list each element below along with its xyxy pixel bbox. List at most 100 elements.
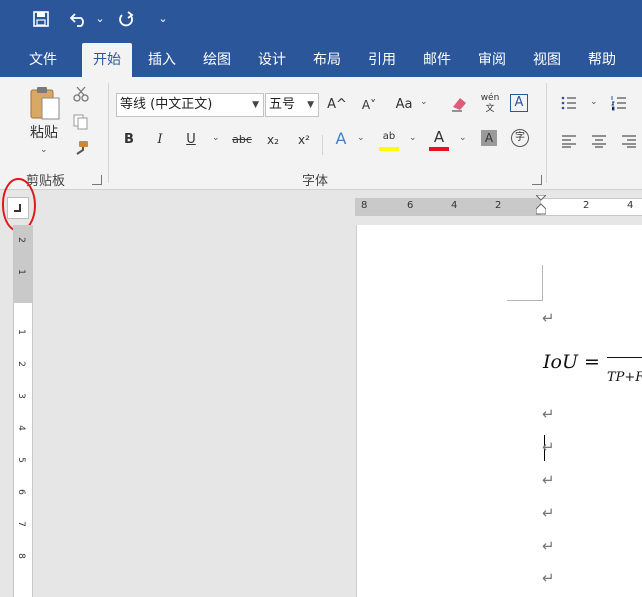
font-name-value: 等线 (中文正文) (120, 97, 213, 112)
paragraph-mark: ↵ (542, 309, 555, 327)
font-color-caret[interactable]: ⌄ (459, 133, 467, 143)
copy-icon[interactable] (72, 113, 90, 131)
bullets-icon[interactable] (561, 95, 577, 111)
paragraph-mark: ↵ (542, 569, 555, 587)
ruler-tick-label: 8 (361, 200, 368, 211)
character-border-button[interactable]: A (510, 94, 528, 112)
tab-view[interactable]: 视图 (522, 43, 572, 77)
quick-access-toolbar: ⌄ ⌄ (0, 0, 642, 40)
paste-button[interactable]: 粘贴 (24, 123, 64, 143)
phonetic-guide-button[interactable]: wén 文 (479, 93, 501, 115)
ruler-margin-left (355, 199, 541, 215)
font-size-value: 五号 (269, 97, 296, 112)
character-shading-button[interactable]: A (481, 130, 497, 146)
cut-icon[interactable] (72, 85, 90, 103)
save-icon[interactable] (30, 8, 52, 30)
equation-denominator: TP+F (607, 370, 642, 385)
font-color-button[interactable]: A (429, 127, 449, 147)
format-painter-icon[interactable] (72, 139, 90, 157)
paragraph-mark: ↵ (542, 504, 555, 522)
tab-references[interactable]: 引用 (357, 43, 407, 77)
font-color-swatch (429, 147, 449, 151)
fraction-bar (607, 357, 642, 358)
ribbon-home: 粘贴 ⌄ 剪贴板 等线 (中文正文) ▼ 五号 ▼ A^ A˅ Aa ⌄ wén… (0, 77, 642, 190)
equation-lhs: IoU = (543, 351, 600, 373)
ruler-tick-label: 5 (15, 457, 26, 463)
ruler-tick-label: 1 (15, 269, 26, 275)
group-separator (108, 83, 109, 183)
superscript-button[interactable]: x² (294, 130, 314, 150)
tab-design[interactable]: 设计 (247, 43, 297, 77)
align-center-icon[interactable] (591, 133, 607, 148)
margin-corner-mark (507, 265, 543, 301)
font-group-label: 字体 (302, 174, 329, 189)
tab-layout[interactable]: 布局 (302, 43, 352, 77)
align-right-icon[interactable] (621, 133, 637, 148)
tab-mailings[interactable]: 邮件 (412, 43, 462, 77)
clear-formatting-icon[interactable] (450, 95, 468, 113)
align-left-icon[interactable] (561, 133, 577, 148)
bullets-caret[interactable]: ⌄ (590, 97, 598, 107)
ruler-tick-label: 1 (15, 329, 26, 335)
paragraph-mark: ↵ (542, 471, 555, 489)
undo-dropdown-caret[interactable]: ⌄ (94, 8, 106, 30)
font-dialog-launcher[interactable] (532, 175, 542, 185)
clipboard-dialog-launcher[interactable] (92, 175, 102, 185)
paragraph-mark: ↵ (542, 405, 555, 423)
paragraph-mark: ↵ (542, 537, 555, 555)
ruler-tick-label: 6 (15, 489, 26, 495)
highlight-color-swatch (379, 147, 399, 151)
document-page[interactable]: ↵ IoU = T TP+F ↵ ↵ ↵ ↵ ↵ ↵ (356, 225, 642, 597)
group-separator (546, 83, 547, 183)
ruler-tick-label: 2 (15, 361, 26, 367)
chevron-down-icon: ▼ (307, 100, 314, 110)
tab-review[interactable]: 审阅 (467, 43, 517, 77)
paste-icon[interactable] (28, 85, 62, 121)
paste-dropdown-caret[interactable]: ⌄ (40, 145, 48, 155)
chevron-down-icon: ▼ (252, 100, 259, 110)
tab-draw[interactable]: 绘图 (192, 43, 242, 77)
numbering-icon[interactable] (611, 95, 627, 111)
bold-button[interactable]: B (120, 130, 138, 150)
ruler-tick-label: 8 (15, 553, 26, 559)
subscript-button[interactable]: x₂ (263, 130, 283, 150)
paragraph-mark: ↵ (542, 438, 555, 456)
tab-home[interactable]: 开始 (82, 43, 132, 77)
ruler-tick-label: 4 (451, 200, 458, 211)
ribbon-tab-bar: 文件 开始 插入 绘图 设计 布局 引用 邮件 审阅 视图 帮助 (0, 40, 642, 77)
ruler-tick-label: 6 (407, 200, 414, 211)
ruler-tick-label: 4 (627, 200, 634, 211)
horizontal-ruler[interactable]: 8 6 4 2 2 4 (355, 194, 642, 219)
customize-qat-icon[interactable]: ⌄ (156, 8, 170, 30)
text-effects-caret[interactable]: ⌄ (357, 133, 365, 143)
clipboard-group-label: 剪贴板 (26, 174, 66, 189)
ruler-tick-label: 3 (15, 393, 26, 399)
font-name-combobox[interactable]: 等线 (中文正文) ▼ (116, 93, 264, 117)
grow-font-button[interactable]: A^ (326, 95, 348, 115)
undo-icon[interactable] (68, 8, 90, 30)
tab-file[interactable]: 文件 (18, 43, 68, 77)
underline-button[interactable]: U (182, 130, 200, 150)
shrink-font-button[interactable]: A˅ (358, 95, 380, 115)
highlight-color-button[interactable]: ab (379, 127, 399, 147)
tab-insert[interactable]: 插入 (137, 43, 187, 77)
red-annotation-circle (2, 178, 36, 232)
ruler-tick-label: 4 (15, 425, 26, 431)
change-case-caret[interactable]: ⌄ (420, 97, 428, 107)
redo-icon[interactable] (116, 8, 138, 30)
vertical-ruler[interactable]: 2 1 1 2 3 4 5 6 7 8 (13, 225, 33, 597)
italic-button[interactable]: I (151, 130, 169, 150)
ruler-tick-label: 2 (583, 200, 590, 211)
text-effects-button[interactable]: A (331, 129, 351, 149)
strikethrough-button[interactable]: abc (229, 130, 255, 150)
ruler-tick-label: 2 (15, 237, 26, 243)
tab-help[interactable]: 帮助 (577, 43, 627, 77)
enclose-characters-button[interactable]: 字 (511, 129, 529, 147)
font-size-combobox[interactable]: 五号 ▼ (265, 93, 319, 117)
ruler-tick-label: 7 (15, 521, 26, 527)
indent-marker[interactable] (534, 194, 548, 219)
change-case-button[interactable]: Aa (393, 95, 415, 115)
underline-caret[interactable]: ⌄ (212, 133, 220, 143)
group-separator (322, 135, 323, 155)
highlight-color-caret[interactable]: ⌄ (409, 133, 417, 143)
